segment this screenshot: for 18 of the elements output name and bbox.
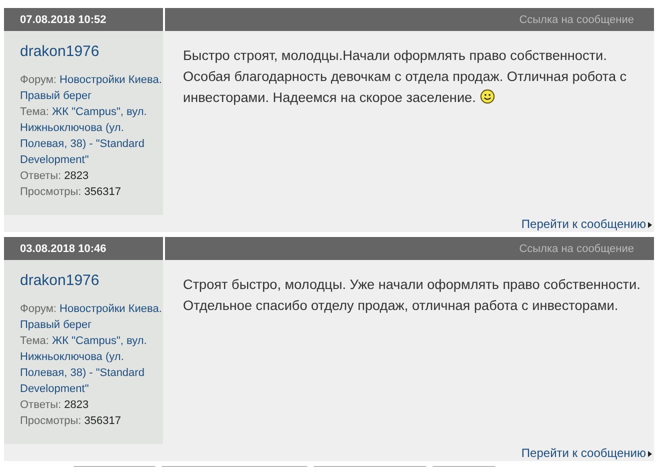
- chevron-icon: [648, 451, 652, 457]
- forum-link[interactable]: Форум: Новостройки Киева. Правый берег: [20, 72, 163, 104]
- post-text: Строят быстро, молодцы. Уже начали оформлять право собственности. Отдельное спасибо отделу продаж, отличная работа с инвесторами.: [183, 276, 642, 315]
- goto-message-link[interactable]: Перейти к сообщению: [521, 446, 646, 460]
- replies-count: Ответы: 2823: [20, 169, 90, 184]
- post-text: Быстро строят, молодцы.Начали оформлять право собственности. Особая благодарность девочкам с отдела продаж. Отличная робота с инвесторами. Надеемся на скорое заселение.: [183, 47, 628, 107]
- post-date: 07.08.2018 10:52: [20, 14, 106, 26]
- author-name[interactable]: drakon1976: [20, 43, 100, 60]
- views-count: Просмотры: 356317: [20, 414, 122, 429]
- forum-link[interactable]: Форум: Новостройки Киева. Правый берег: [20, 301, 163, 333]
- goto-message-link[interactable]: Перейти к сообщению: [521, 216, 646, 230]
- post-date: 03.08.2018 10:46: [20, 242, 106, 254]
- topic-link[interactable]: Тема: ЖК "Campus", вул. Нижньоключова (ул. Полевая, 38) - "Standard Development": [20, 104, 163, 168]
- chevron-icon: [648, 222, 652, 228]
- author-name[interactable]: drakon1976: [20, 272, 100, 289]
- replies-count: Ответы: 2823: [20, 398, 90, 413]
- topic-link[interactable]: Тема: ЖК "Campus", вул. Нижньоключова (ул. Полевая, 38) - "Standard Development": [20, 333, 163, 397]
- views-count: Просмотры: 356317: [20, 185, 122, 200]
